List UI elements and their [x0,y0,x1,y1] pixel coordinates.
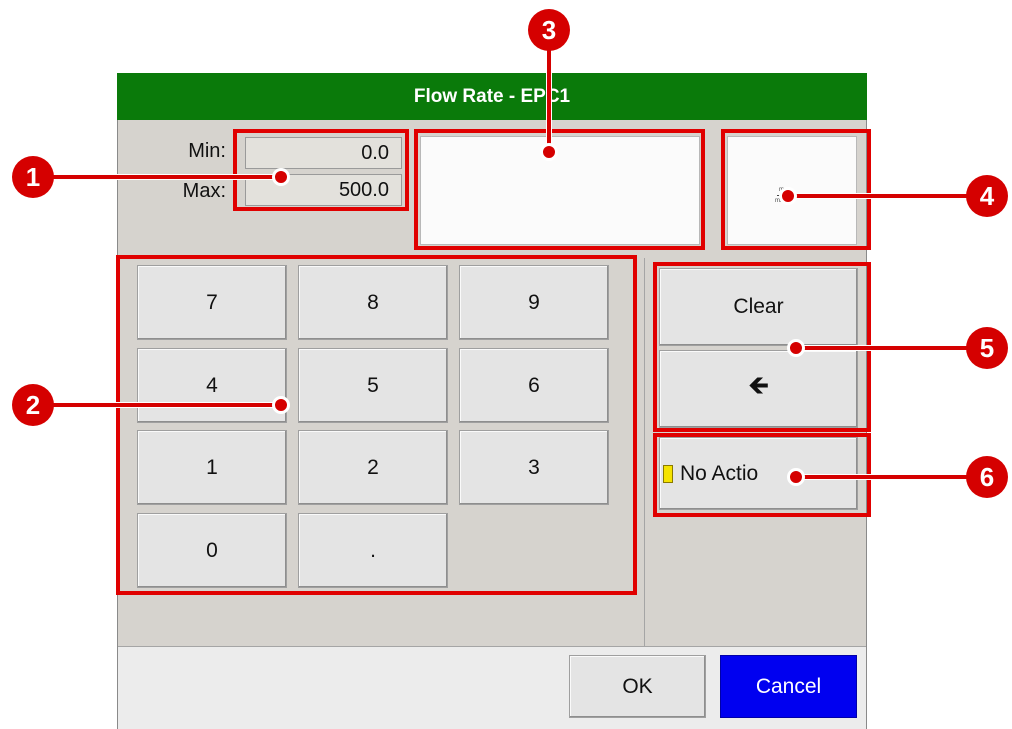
key-1[interactable]: 1 [137,430,287,505]
key-5[interactable]: 5 [298,348,448,423]
callout-dot-4 [779,187,797,205]
key-8[interactable]: 8 [298,265,448,340]
key-3[interactable]: 3 [459,430,609,505]
ok-label: OK [622,674,653,698]
callout-badge-3: 3 [528,9,570,51]
key-4[interactable]: 4 [137,348,287,423]
backspace-icon: 🡸 [747,370,770,400]
callout-dot-2 [272,396,290,414]
key-7[interactable]: 7 [137,265,287,340]
callout-line-4 [786,193,972,199]
callout-badge-1: 1 [12,156,54,198]
callout-badge-2: 2 [12,384,54,426]
dialog-title-bar: Flow Rate - EPC1 [117,73,867,120]
key-2[interactable]: 2 [298,430,448,505]
callout-dot-5 [787,339,805,357]
ok-button[interactable]: OK [569,655,706,718]
callout-line-1 [48,174,281,180]
cancel-button[interactable]: Cancel [720,655,857,718]
min-value: 0.0 [245,137,402,169]
backspace-button[interactable]: 🡸 [659,350,858,428]
callout-line-6 [794,474,972,480]
callout-line-3 [546,35,552,149]
min-label: Min: [188,140,226,162]
callout-line-5 [794,345,972,351]
key-0[interactable]: 0 [137,513,287,588]
callout-dot-1 [272,168,290,186]
value-entry-display[interactable] [420,136,700,245]
clear-button[interactable]: Clear [659,268,858,346]
key-decimal[interactable]: . [298,513,448,588]
callout-dot-3 [540,143,558,161]
callout-badge-6: 6 [966,456,1008,498]
key-6[interactable]: 6 [459,348,609,423]
action-label: No Actio [680,461,759,485]
key-9[interactable]: 9 [459,265,609,340]
clear-label: Clear [733,295,784,318]
action-indicator-icon [663,464,673,483]
callout-badge-5: 5 [966,327,1008,369]
cancel-label: Cancel [755,674,822,698]
callout-dot-6 [787,468,805,486]
callout-badge-4: 4 [966,175,1008,217]
max-label: Max: [182,180,226,202]
callout-line-2 [48,402,281,408]
panel-divider [644,258,645,646]
